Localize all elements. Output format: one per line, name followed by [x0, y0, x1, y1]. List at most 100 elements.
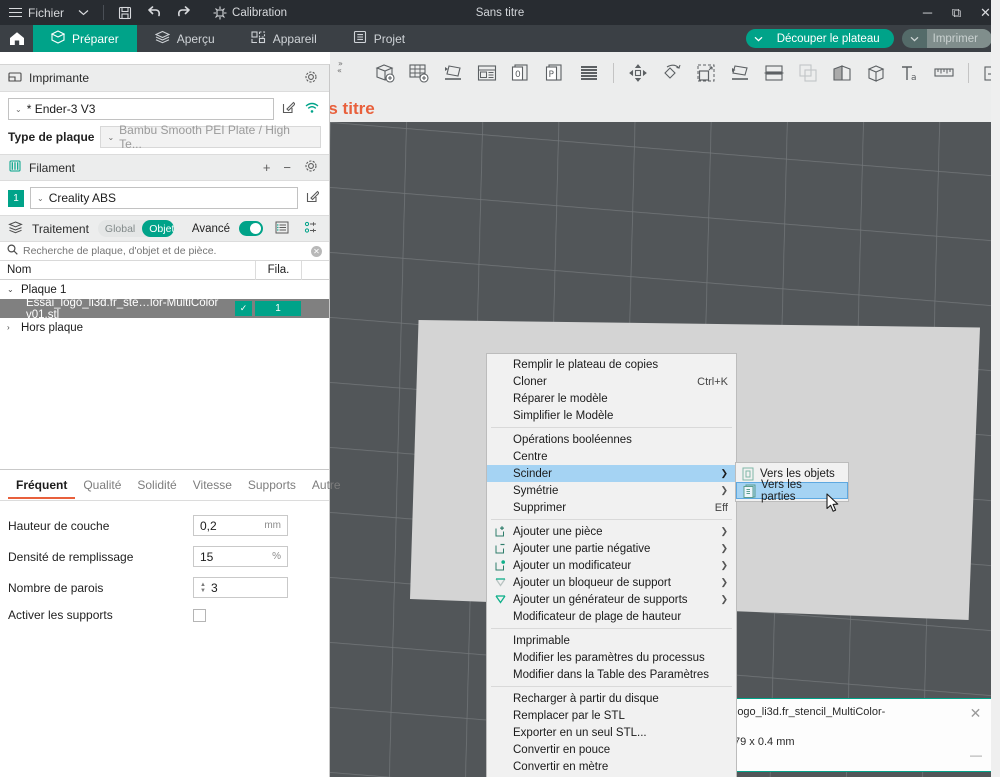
scope-objects-option[interactable]: Objets [142, 220, 174, 237]
rotate-icon[interactable] [657, 57, 687, 89]
menu-item-delete[interactable]: SupprimerEff [487, 499, 736, 516]
tab-frequent[interactable]: Fréquent [8, 476, 75, 499]
maximize-button[interactable]: ⧉ [942, 0, 971, 25]
tab-apercu[interactable]: Aperçu [137, 25, 233, 52]
tab-appareil[interactable]: Appareil [233, 25, 335, 52]
minimize-icon[interactable]: ― [970, 748, 982, 763]
auto-arrange-icon[interactable] [438, 57, 468, 89]
menu-item-mirror[interactable]: Symétrie❯ [487, 482, 736, 499]
slice-plate-group[interactable]: Découper le plateau [746, 29, 894, 48]
slice-dropdown-caret[interactable] [746, 29, 771, 48]
object-visible-checkbox[interactable]: ✓ [235, 301, 252, 316]
menu-item-split[interactable]: Scinder❯ [487, 465, 736, 482]
menu-item-repair-model[interactable]: Réparer le modèle [487, 390, 736, 407]
clear-icon[interactable]: ✕ [311, 246, 322, 257]
seam-icon[interactable] [861, 57, 891, 89]
gear-icon[interactable] [301, 70, 321, 87]
collapse-icon[interactable]: »« [332, 55, 356, 79]
remove-filament-button[interactable]: − [280, 160, 294, 175]
gear-icon[interactable] [301, 159, 321, 176]
calibration-button[interactable]: Calibration [199, 0, 294, 25]
file-menu-chevron[interactable] [71, 0, 96, 25]
menu-item-clone[interactable]: ClonerCtrl+K [487, 373, 736, 390]
search-input[interactable] [23, 245, 306, 257]
menu-item-boolean-operations[interactable]: Opérations booléennes [487, 431, 736, 448]
save-icon[interactable] [111, 0, 139, 25]
paste-object-icon[interactable]: P [540, 57, 570, 89]
process-scope-toggle[interactable]: Global Objets [98, 220, 174, 237]
copy-object-icon[interactable]: 0 [506, 57, 536, 89]
menu-item-replace-with-stl[interactable]: Remplacer par le STL [487, 707, 736, 724]
print-group[interactable]: Imprimer [902, 29, 992, 48]
object-context-menu[interactable]: Remplir le plateau de copies ClonerCtrl+… [486, 353, 737, 777]
menu-item-export-as-stl[interactable]: Exporter en un seul STL... [487, 724, 736, 741]
chevron-right-icon[interactable]: › [7, 323, 17, 332]
menu-item-center[interactable]: Centre [487, 448, 736, 465]
wall-loops-input[interactable]: ▲▼ 3 [193, 577, 288, 598]
edit-icon[interactable] [304, 190, 321, 206]
window-scrollbar[interactable] [991, 0, 1000, 777]
wifi-icon[interactable] [303, 102, 321, 117]
advanced-toggle[interactable] [239, 221, 263, 236]
menu-item-fill-plate[interactable]: Remplir le plateau de copies [487, 356, 736, 373]
redo-icon[interactable] [169, 0, 199, 25]
filament-select[interactable]: ⌄ Creality ABS [30, 187, 298, 209]
tab-supports[interactable]: Supports [240, 476, 304, 499]
scope-global-option[interactable]: Global [98, 220, 142, 237]
menu-item-add-modifier[interactable]: Ajouter un modificateur❯ [487, 557, 736, 574]
add-plate-icon[interactable] [404, 57, 434, 89]
object-list[interactable]: Nom Fila. ⌄ Plaque 1 Essai_logo_li3d.fr_… [0, 261, 329, 337]
tab-autre[interactable]: Autre [304, 476, 349, 499]
compare-icon[interactable] [301, 221, 321, 237]
menu-item-simplify-model[interactable]: Simplifier le Modèle [487, 407, 736, 424]
menu-item-edit-process-settings[interactable]: Modifier les paramètres du processus [487, 649, 736, 666]
file-menu-button[interactable]: Fichier [0, 0, 71, 25]
cut-icon[interactable] [759, 57, 789, 89]
slice-plate-button[interactable]: Découper le plateau [771, 29, 894, 48]
menu-item-height-range-modifier[interactable]: Modificateur de plage de hauteur [487, 608, 736, 625]
object-search-bar[interactable]: ✕ [0, 242, 329, 261]
tab-preparer[interactable]: Préparer [33, 25, 137, 52]
enable-supports-checkbox[interactable] [193, 609, 206, 622]
scale-icon[interactable] [691, 57, 721, 89]
layers-icon[interactable] [574, 57, 604, 89]
mesh-boolean-icon[interactable] [793, 57, 823, 89]
place-on-face-icon[interactable] [725, 57, 755, 89]
print-dropdown-caret[interactable] [902, 29, 927, 48]
table-row[interactable]: Essai_logo_li3d.fr_ste…lor-MultiColor v0… [0, 299, 329, 318]
menu-item-convert-to-inch[interactable]: Convertir en pouce [487, 741, 736, 758]
menu-item-convert-to-meter[interactable]: Convertir en mètre [487, 758, 736, 775]
menu-item-add-support-enforcer[interactable]: Ajouter un générateur de supports❯ [487, 591, 736, 608]
menu-item-edit-in-parameter-table[interactable]: Modifier dans la Table des Paramètres [487, 666, 736, 683]
menu-item-add-negative-part[interactable]: Ajouter une partie négative❯ [487, 540, 736, 557]
infill-density-input[interactable]: 15 % [193, 546, 288, 567]
menu-item-add-part[interactable]: Ajouter une pièce❯ [487, 523, 736, 540]
support-paint-icon[interactable] [827, 57, 857, 89]
undo-icon[interactable] [139, 0, 169, 25]
add-filament-button[interactable]: + [260, 160, 274, 175]
measure-icon[interactable] [929, 57, 959, 89]
printer-select[interactable]: ⌄ * Ender-3 V3 [8, 98, 274, 120]
edit-icon[interactable] [280, 101, 297, 117]
menu-item-printable[interactable]: Imprimable [487, 632, 736, 649]
tab-vitesse[interactable]: Vitesse [185, 476, 240, 499]
close-icon[interactable]: ✕ [967, 705, 984, 722]
list-icon[interactable] [272, 221, 292, 237]
layer-height-input[interactable]: 0,2 mm [193, 515, 288, 536]
minimize-button[interactable]: ─ [913, 0, 942, 25]
move-icon[interactable] [623, 57, 653, 89]
add-object-icon[interactable] [370, 57, 400, 89]
auto-layout-icon[interactable] [472, 57, 502, 89]
tab-projet[interactable]: Projet [335, 25, 423, 52]
menu-item-reload-from-disk[interactable]: Recharger à partir du disque [487, 690, 736, 707]
menu-item-add-support-blocker[interactable]: Ajouter un bloqueur de support❯ [487, 574, 736, 591]
filament-index-badge[interactable]: 1 [8, 190, 24, 207]
spinner-icon[interactable]: ▲▼ [200, 582, 206, 594]
list-item[interactable]: › Hors plaque [0, 318, 329, 337]
text-icon[interactable]: a [895, 57, 925, 89]
tab-solidite[interactable]: Solidité [129, 476, 184, 499]
object-filament-badge[interactable]: 1 [255, 301, 301, 316]
tab-qualite[interactable]: Qualité [75, 476, 129, 499]
home-icon[interactable] [0, 25, 33, 52]
chevron-down-icon[interactable]: ⌄ [7, 285, 17, 294]
